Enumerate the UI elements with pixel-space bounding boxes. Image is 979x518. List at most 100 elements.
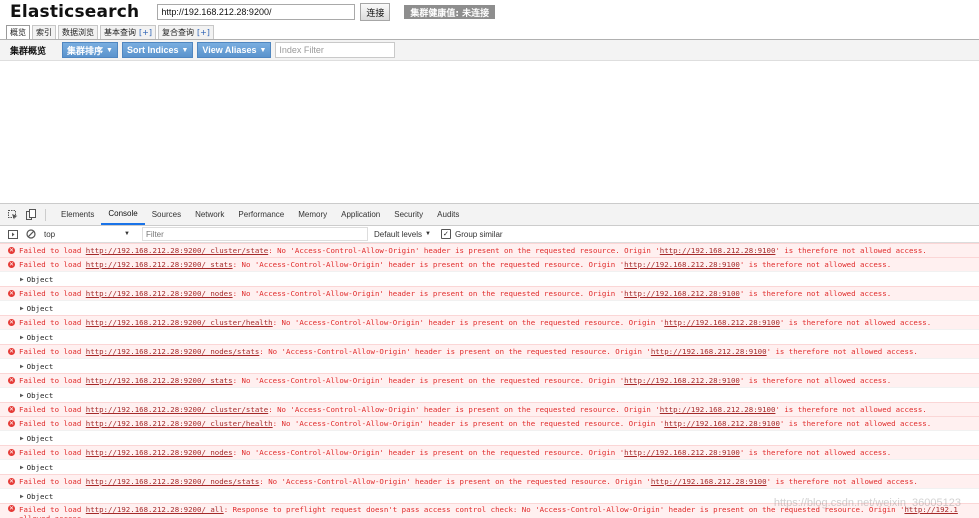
error-icon: ✕ <box>8 348 15 355</box>
error-detail: : No 'Access-Control-Allow-Origin' heade… <box>232 448 625 457</box>
console-error-row: ✕ Failed to load http://192.168.212.28:92… <box>0 286 979 300</box>
devtools-tab-performance[interactable]: Performance <box>231 204 291 225</box>
group-similar-checkbox[interactable]: ✓ <box>440 229 451 239</box>
error-icon: ✕ <box>8 505 15 512</box>
expand-triangle-icon[interactable]: ▶ <box>20 334 24 341</box>
request-url-link[interactable]: http://192.168.212.28:9200/_stats <box>86 376 233 385</box>
console-object-row[interactable]: ▶ Object <box>0 430 979 445</box>
tab-browser[interactable]: 数据浏览 <box>58 25 98 39</box>
error-message: Failed to load http://192.168.212.28:920… <box>19 376 891 385</box>
cluster-sort-button[interactable]: 集群排序 ▼ <box>62 42 118 58</box>
console-error-row: ✕ Failed to load http://192.168.212.28:92… <box>0 257 979 271</box>
request-url-link[interactable]: http://192.168.212.28:9200/_stats <box>86 260 233 269</box>
request-url-link[interactable]: http://192.168.212.28:9200/_nodes <box>86 448 233 457</box>
request-url-link[interactable]: http://192.168.212.28:9200/_cluster/heal… <box>86 318 273 327</box>
console-error-row: ✕ Failed to load http://192.168.212.28:92… <box>0 373 979 387</box>
tab-overview[interactable]: 概览 <box>6 25 30 39</box>
clear-console-icon[interactable] <box>25 229 36 240</box>
index-filter-input[interactable] <box>275 42 396 58</box>
caret-down-icon: ▼ <box>106 46 113 54</box>
error-suffix: ' is therefore not allowed access. <box>766 347 918 356</box>
console-object-row[interactable]: ▶ Object <box>0 387 979 402</box>
expand-triangle-icon[interactable]: ▶ <box>20 493 24 500</box>
devtools-tab-security[interactable]: Security <box>387 204 430 225</box>
devtools-tab-application[interactable]: Application <box>334 204 387 225</box>
error-detail: : No 'Access-Control-Allow-Origin' heade… <box>268 405 660 414</box>
request-url-link[interactable]: http://192.168.212.28:9200/_cluster/stat… <box>86 405 268 414</box>
overview-toolbar: 集群概览 集群排序 ▼ Sort Indices ▼ View Aliases ▼ <box>0 40 979 61</box>
origin-url-link[interactable]: http://192.168.212.28:9100 <box>664 419 780 428</box>
tab-plus[interactable]: [+] <box>139 28 152 37</box>
context-select[interactable]: top ▼ <box>42 228 132 240</box>
console-object-row[interactable]: ▶ Object <box>0 300 979 315</box>
check-icon: ✓ <box>443 230 449 238</box>
tab-indices[interactable]: 索引 <box>32 25 56 39</box>
request-url-link[interactable]: http://192.168.212.28:9200/_nodes/stats <box>86 347 260 356</box>
view-aliases-button[interactable]: View Aliases ▼ <box>197 42 272 58</box>
console-error-row: ✕ Failed to load http://192.168.212.28:92… <box>0 416 979 430</box>
devtools-tab-sources[interactable]: Sources <box>145 204 188 225</box>
devtools-tab-memory[interactable]: Memory <box>291 204 334 225</box>
console-object-row[interactable]: ▶ Object <box>0 358 979 373</box>
expand-triangle-icon[interactable]: ▶ <box>20 435 24 442</box>
error-message: Failed to load http://192.168.212.28:920… <box>19 246 927 255</box>
error-detail: : No 'Access-Control-Allow-Origin' heade… <box>232 289 625 298</box>
expand-triangle-icon[interactable]: ▶ <box>20 305 24 312</box>
devtools-tab-network[interactable]: Network <box>188 204 231 225</box>
error-suffix: ' is therefore not allowed access. <box>739 289 892 298</box>
devtools-tabbar: Elements Console Sources Network Perform… <box>0 204 979 226</box>
console-object-row[interactable]: ▶ Object <box>0 329 979 344</box>
expand-triangle-icon[interactable]: ▶ <box>20 392 24 399</box>
connect-button[interactable]: 连接 <box>360 3 391 21</box>
device-toolbar-icon[interactable] <box>25 209 36 220</box>
show-sidebar-icon[interactable] <box>7 229 18 240</box>
console-object-row[interactable]: ▶ Object <box>0 271 979 286</box>
console-object-row[interactable]: ▶ Object <box>0 459 979 474</box>
origin-url-link[interactable]: http://192.168.212.28:9100 <box>624 289 740 298</box>
console-error-row: ✕ Failed to load http://192.168.212.28:92… <box>0 445 979 459</box>
log-levels-dropdown[interactable]: Default levels ▼ <box>374 230 431 239</box>
tab-basic-query[interactable]: 基本查询 [+] <box>100 25 156 39</box>
error-detail: : No 'Access-Control-Allow-Origin' heade… <box>268 246 660 255</box>
request-url-link[interactable]: http://192.168.212.28:9200/_nodes/stats <box>86 477 260 486</box>
error-prefix: Failed to load <box>19 289 86 298</box>
request-url-link[interactable]: http://192.168.212.28:9200/_cluster/heal… <box>86 419 273 428</box>
devtools-tab-elements[interactable]: Elements <box>54 204 101 225</box>
tab-compound-query[interactable]: 复合查询 [+] <box>157 25 214 39</box>
origin-url-link[interactable]: http://192.168.212.28:9100 <box>624 260 740 269</box>
error-suffix: ' is therefore not allowed access. <box>739 376 892 385</box>
devtools-tab-console[interactable]: Console <box>101 204 145 225</box>
error-suffix: ' is therefore not allowed access. <box>779 318 932 327</box>
devtools-panel: Elements Console Sources Network Perform… <box>0 203 979 518</box>
tab-label: 复合查询 <box>161 28 194 37</box>
request-url-link[interactable]: http://192.168.212.28:9200/_cluster/stat… <box>86 246 268 255</box>
expand-triangle-icon[interactable]: ▶ <box>20 363 24 370</box>
origin-url-link[interactable]: http://192.168.212.28:9100 <box>651 477 767 486</box>
origin-url-link[interactable]: http://192.168.212.28:9100 <box>624 448 740 457</box>
console-filter-input[interactable] <box>142 227 368 241</box>
cluster-url-input[interactable] <box>157 4 356 20</box>
request-url-link[interactable]: http://192.168.212.28:9200/_all <box>86 505 224 514</box>
devtools-tab-audits[interactable]: Audits <box>430 204 466 225</box>
origin-url-link[interactable]: http://192.168.212.28:9100 <box>624 376 740 385</box>
tab-plus[interactable]: [+] <box>197 28 210 37</box>
sort-indices-button[interactable]: Sort Indices ▼ <box>121 42 194 58</box>
request-url-link[interactable]: http://192.168.212.28:9200/_nodes <box>86 289 233 298</box>
error-icon: ✕ <box>8 247 15 254</box>
expand-triangle-icon[interactable]: ▶ <box>20 464 24 471</box>
error-detail: : No 'Access-Control-Allow-Origin' heade… <box>272 318 665 327</box>
origin-url-link[interactable]: http://192.168.212.28:9100 <box>660 405 776 414</box>
error-suffix: ' is therefore not allowed access. <box>739 260 892 269</box>
inspect-element-icon[interactable] <box>7 209 18 220</box>
error-message: Failed to load http://192.168.212.28:920… <box>19 289 891 298</box>
console-error-row: ✕ Failed to load http://192.168.212.28:92… <box>0 402 979 416</box>
error-prefix: Failed to load <box>19 405 86 414</box>
error-prefix: Failed to load <box>19 347 86 356</box>
object-label: Object <box>26 332 54 342</box>
origin-url-link[interactable]: http://192.168.212.28:9100 <box>664 318 780 327</box>
origin-url-link[interactable]: http://192.168.212.28:9100 <box>660 246 776 255</box>
error-icon: ✕ <box>8 449 15 456</box>
error-message: Failed to load http://192.168.212.28:920… <box>19 477 918 486</box>
expand-triangle-icon[interactable]: ▶ <box>20 276 24 283</box>
origin-url-link[interactable]: http://192.168.212.28:9100 <box>651 347 767 356</box>
